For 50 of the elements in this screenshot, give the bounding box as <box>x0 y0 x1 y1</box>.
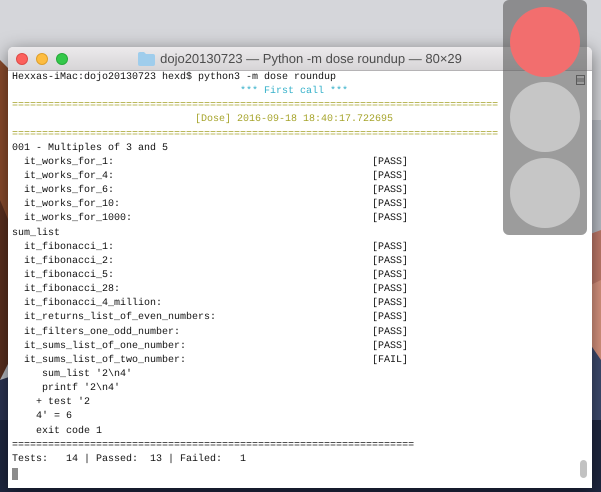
output-line: + test '2 <box>35 396 90 410</box>
test-result: [FAIL] <box>372 354 408 368</box>
split-pane-icon[interactable] <box>576 75 585 85</box>
zoom-button[interactable] <box>56 52 68 64</box>
test-name: it_works_for_6: <box>23 184 114 198</box>
test-name: it_sums_list_of_one_number: <box>23 340 186 354</box>
output-line: sum_list <box>12 226 60 241</box>
test-name: it_works_for_1000: <box>23 212 132 226</box>
test-result: [PASS] <box>372 283 408 298</box>
close-button[interactable] <box>16 52 28 64</box>
test-result: [PASS] <box>372 297 408 312</box>
test-name: it_fibonacci_4_million: <box>23 297 162 312</box>
timestamp-text: [Dose] 2016-09-18 18:40:17.722695 <box>194 113 394 128</box>
test-result: [PASS] <box>372 254 408 269</box>
test-result: [PASS] <box>372 311 408 326</box>
minimize-button[interactable] <box>36 52 48 64</box>
output-line: 4' = 6 <box>35 410 72 424</box>
test-name: it_returns_list_of_even_numbers: <box>23 311 216 326</box>
window-title: dojo20130723 — Python -m dose roundup — 80×29 <box>160 50 462 68</box>
test-name: it_works_for_4: <box>23 170 114 184</box>
test-name: it_sums_list_of_two_number: <box>23 354 186 368</box>
test-result: [PASS] <box>372 326 408 340</box>
separator-line: ================================================================================= <box>12 99 498 114</box>
output-line: =================================================================== <box>12 438 414 453</box>
test-name: it_works_for_1: <box>23 156 114 170</box>
output-line: Tests: 14 | Passed: 13 | Failed: 1 <box>12 452 246 467</box>
test-name: it_fibonacci_5: <box>23 268 114 283</box>
prompt-line: Hexxas-iMac:dojo20130723 hexd$ python3 -m dose roundup <box>12 71 336 85</box>
output-line: sum_list '2\n4' <box>41 368 132 382</box>
test-result: [PASS] <box>372 340 408 354</box>
separator-line: ================================================================================= <box>12 128 498 142</box>
test-result: [PASS] <box>372 268 408 283</box>
test-result: [PASS] <box>372 156 408 170</box>
scrollbar-thumb[interactable] <box>580 460 587 478</box>
test-result: [PASS] <box>372 240 408 255</box>
folder-icon <box>138 52 156 66</box>
test-name: it_works_for_10: <box>23 198 120 212</box>
test-name: it_fibonacci_1: <box>23 240 114 255</box>
test-result: [PASS] <box>372 212 408 226</box>
test-result: [PASS] <box>372 170 408 184</box>
output-line: exit code 1 <box>35 424 102 439</box>
test-name: it_fibonacci_2: <box>23 254 114 269</box>
test-name: it_filters_one_odd_number: <box>23 326 180 340</box>
text-cursor <box>12 468 18 480</box>
test-result: [PASS] <box>372 198 408 212</box>
test-name: it_fibonacci_28: <box>23 283 120 298</box>
test-result: [PASS] <box>372 184 408 198</box>
output-line: 001 - Multiples of 3 and 5 <box>12 142 168 156</box>
banner-text: *** First call *** <box>239 85 350 100</box>
output-line: printf '2\n4' <box>41 382 120 396</box>
